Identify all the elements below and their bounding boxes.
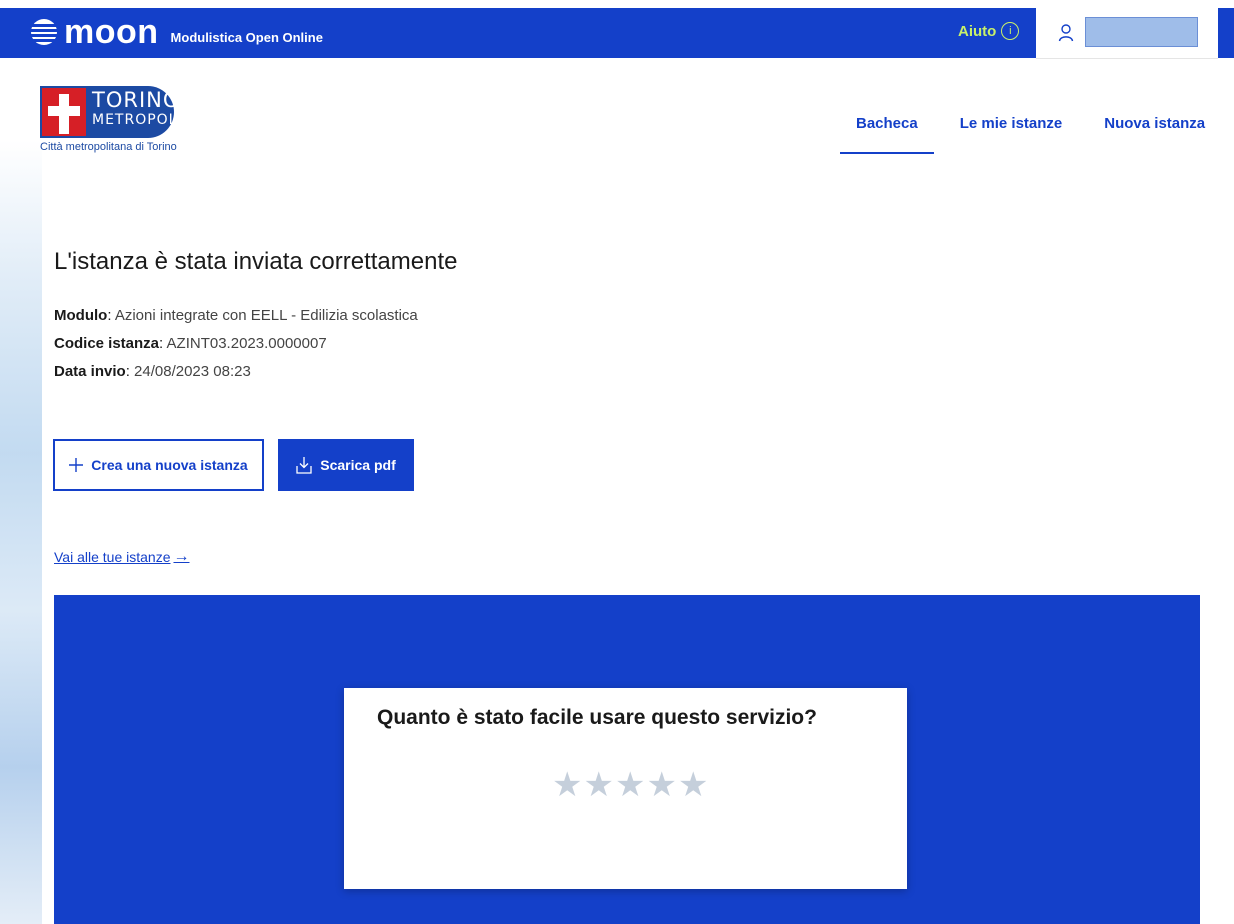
info-circle-icon: i — [1001, 22, 1020, 40]
star-rating[interactable]: ★ ★ ★ ★ ★ — [552, 768, 709, 802]
page-title: L'istanza è stata inviata correttamente — [54, 248, 458, 275]
detail-code: Codice istanza: AZINT03.2023.0000007 — [54, 335, 327, 352]
star-icon-1[interactable]: ★ — [552, 768, 582, 802]
detail-module-value: Azioni integrate con EELL - Edilizia sco… — [114, 307, 418, 324]
star-icon-5[interactable]: ★ — [678, 768, 708, 802]
detail-date: Data invio: 24/08/2023 08:23 — [54, 363, 251, 380]
brand-name: moon — [64, 13, 159, 51]
request-details: Modulo: Azioni integrate con EELL - Edil… — [54, 302, 418, 386]
user-name-box[interactable] — [1085, 17, 1198, 47]
detail-date-label: Data invio — [54, 363, 126, 380]
star-icon-2[interactable]: ★ — [583, 768, 613, 802]
help-link[interactable]: Aiuto i — [958, 22, 1020, 40]
user-area[interactable] — [1036, 8, 1218, 59]
logo-shield-icon — [42, 88, 86, 136]
logo-text-line2: METROPOLI — [92, 112, 183, 128]
feedback-card: Quanto è stato facile usare questo servi… — [344, 688, 907, 889]
feedback-section: Quanto è stato facile usare questo servi… — [54, 595, 1200, 924]
detail-code-label: Codice istanza — [54, 335, 160, 352]
nav-bacheca[interactable]: Bacheca — [840, 110, 934, 154]
nav-le-mie-istanze[interactable]: Le mie istanze — [944, 110, 1079, 154]
moon-logo[interactable]: moon Modulistica Open Online — [30, 12, 323, 52]
help-label: Aiuto — [958, 22, 997, 40]
detail-module: Modulo: Azioni integrate con EELL - Edil… — [54, 307, 418, 324]
moon-logo-icon — [31, 19, 57, 45]
top-bar-edge — [1218, 8, 1234, 58]
top-bar: moon Modulistica Open Online Aiuto i — [0, 8, 1234, 59]
background-decoration — [0, 140, 42, 924]
download-icon — [296, 457, 312, 474]
star-icon-3[interactable]: ★ — [615, 768, 645, 802]
detail-module-label: Modulo — [54, 307, 108, 324]
plus-icon — [69, 458, 84, 472]
main-nav: Bacheca Le mie istanze Nuova istanza — [840, 110, 1231, 154]
go-to-requests-link[interactable]: Vai alle tue istanze → — [54, 548, 189, 566]
feedback-question: Quanto è stato facile usare questo servi… — [377, 706, 817, 729]
detail-code-value: AZINT03.2023.0000007 — [166, 335, 327, 352]
star-icon-4[interactable]: ★ — [646, 768, 676, 802]
detail-date-value: 24/08/2023 08:23 — [134, 363, 251, 380]
go-to-requests-label: Vai alle tue istanze — [54, 549, 171, 565]
download-pdf-label: Scarica pdf — [320, 457, 396, 473]
logo-badge: TORINO METROPOLI — [40, 86, 182, 138]
nav-nuova-istanza[interactable]: Nuova istanza — [1088, 110, 1221, 154]
logo-text-line1: TORINO — [92, 88, 181, 112]
new-request-label: Crea una nuova istanza — [91, 457, 248, 473]
download-pdf-button[interactable]: Scarica pdf — [278, 439, 414, 491]
user-icon — [1058, 24, 1074, 42]
logo-caption: Città metropolitana di Torino — [40, 141, 177, 153]
brand-subtitle: Modulistica Open Online — [170, 29, 323, 45]
new-request-button[interactable]: Crea una nuova istanza — [53, 439, 264, 491]
torino-metropoli-logo[interactable]: TORINO METROPOLI Città metropolitana di … — [40, 86, 220, 166]
arrow-right-icon: → — [173, 548, 190, 565]
